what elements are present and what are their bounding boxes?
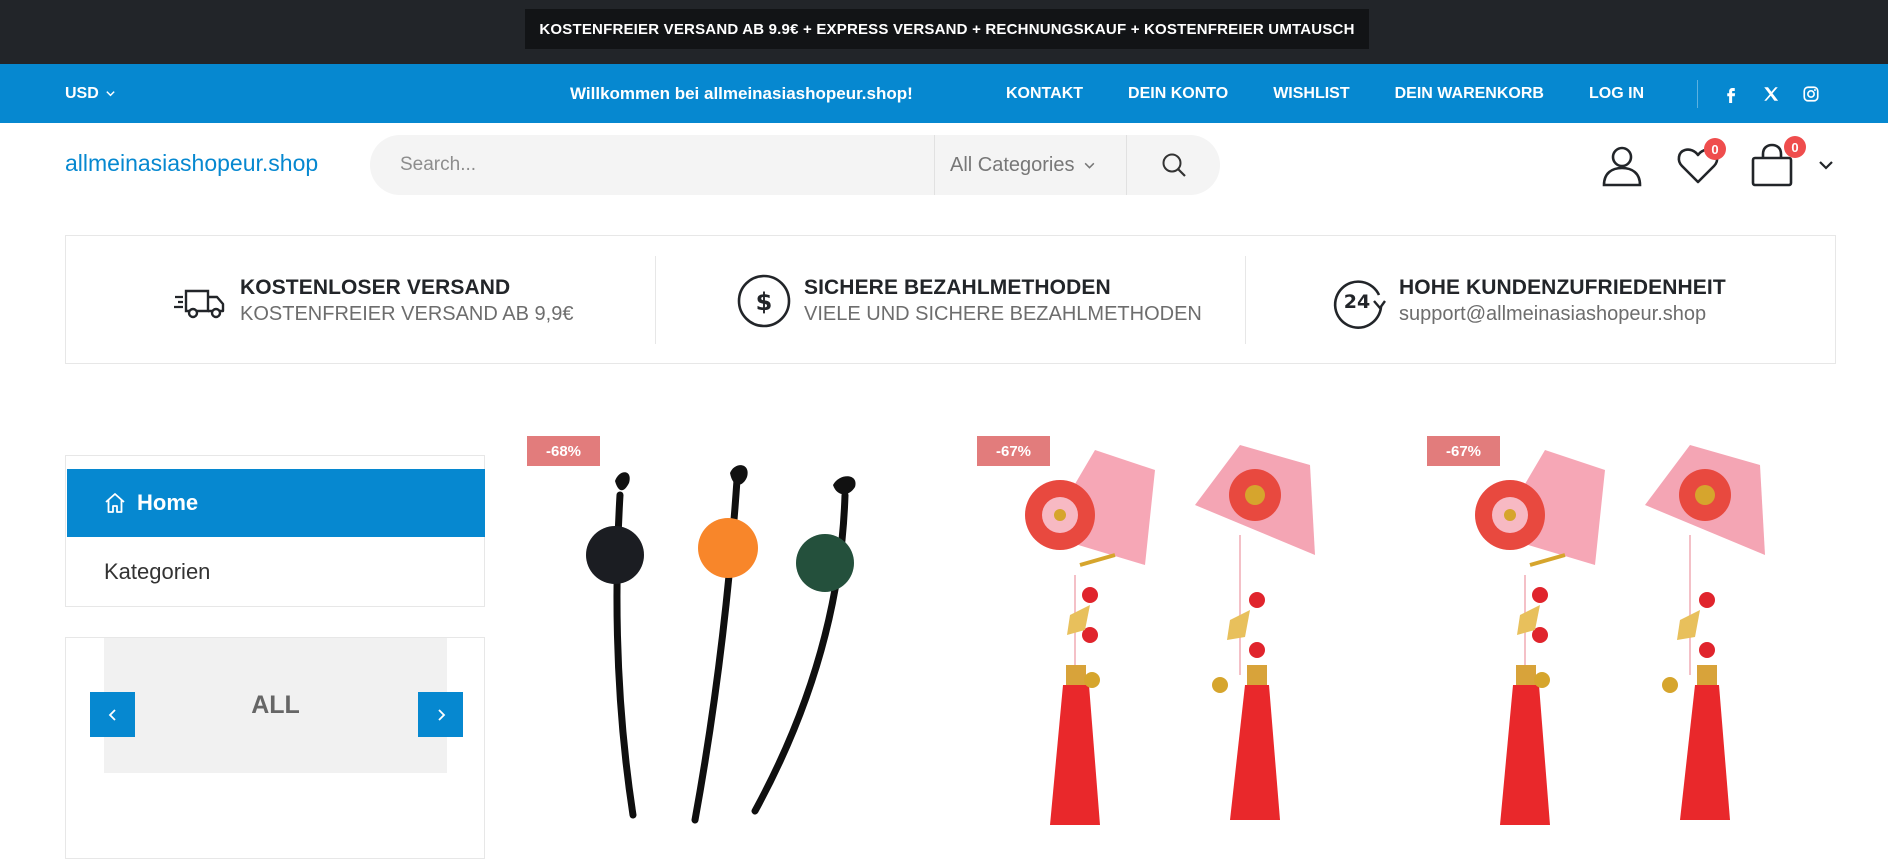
nav-link-konto[interactable]: DEIN KONTO bbox=[1128, 85, 1228, 103]
svg-text:24: 24 bbox=[1344, 291, 1370, 313]
discount-badge: -67% bbox=[977, 436, 1050, 466]
chevron-down-icon bbox=[106, 91, 115, 97]
nav-link-kontakt[interactable]: KONTAKT bbox=[1006, 85, 1083, 103]
nav-link-login[interactable]: LOG IN bbox=[1589, 85, 1644, 103]
sidebar-item-label: Home bbox=[137, 490, 199, 515]
info-subtitle: VIELE UND SICHERE BEZAHLMETHODEN bbox=[804, 302, 1202, 325]
info-subtitle: KOSTENFREIER VERSAND AB 9,9€ bbox=[240, 302, 574, 325]
chevron-right-icon bbox=[437, 708, 445, 721]
info-divider bbox=[655, 256, 656, 344]
product-image bbox=[586, 465, 856, 824]
info-subtitle: support@allmeinasiashopeur.shop bbox=[1399, 302, 1707, 325]
welcome-message: Willkommen bei allmeinasiashopeur.shop! bbox=[570, 83, 913, 103]
info-title: KOSTENLOSER VERSAND bbox=[240, 275, 511, 299]
cart-button[interactable]: 0 bbox=[1750, 136, 1806, 187]
search-icon bbox=[1162, 153, 1186, 177]
instagram-icon[interactable] bbox=[1802, 85, 1820, 103]
nav-link-wishlist[interactable]: WISHLIST bbox=[1273, 85, 1349, 103]
info-item-satisfaction: 24 HOHE KUNDENZUFRIEDENHEIT support@allm… bbox=[1331, 236, 1726, 365]
cart-dropdown-toggle[interactable] bbox=[1817, 156, 1835, 174]
chevron-down-icon bbox=[1084, 162, 1094, 169]
info-strip: KOSTENLOSER VERSAND KOSTENFREIER VERSAND… bbox=[65, 235, 1836, 364]
filter-prev-button[interactable] bbox=[90, 692, 135, 737]
category-filter-box: ALL bbox=[65, 637, 485, 859]
nav-divider bbox=[1697, 80, 1698, 108]
chevron-left-icon bbox=[108, 708, 116, 721]
info-item-payment: $ SICHERE BEZAHLMETHODEN VIELE UND SICHE… bbox=[736, 236, 1202, 365]
facebook-icon[interactable] bbox=[1722, 85, 1740, 103]
product-image bbox=[1475, 445, 1765, 825]
x-icon[interactable] bbox=[1762, 85, 1780, 103]
nav-link-warenkorb[interactable]: DEIN WARENKORB bbox=[1395, 85, 1544, 103]
sidebar-item-home[interactable]: Home bbox=[67, 469, 485, 537]
account-button[interactable] bbox=[1600, 143, 1644, 187]
24h-icon: 24 bbox=[1331, 273, 1387, 329]
promo-text: KOSTENFREIER VERSAND AB 9.9€ + EXPRESS V… bbox=[525, 9, 1369, 49]
discount-badge: -68% bbox=[527, 436, 600, 466]
filter-next-button[interactable] bbox=[418, 692, 463, 737]
search-divider bbox=[1126, 135, 1127, 195]
product-card[interactable]: -68% bbox=[515, 425, 935, 859]
wishlist-count-badge: 0 bbox=[1704, 138, 1726, 160]
site-logo[interactable]: allmeinasiashopeur.shop bbox=[65, 150, 318, 177]
product-card[interactable]: -67% bbox=[1415, 425, 1835, 859]
chevron-down-icon bbox=[1819, 161, 1833, 170]
category-select-label: All Categories bbox=[950, 153, 1075, 176]
search-divider bbox=[934, 135, 935, 195]
dollar-icon: $ bbox=[736, 273, 792, 329]
product-card[interactable]: -67% bbox=[965, 425, 1385, 859]
home-icon bbox=[105, 493, 125, 513]
social-links bbox=[1722, 64, 1820, 123]
product-image bbox=[1025, 445, 1315, 825]
currency-switcher[interactable]: USD bbox=[65, 64, 116, 123]
category-select[interactable]: All Categories bbox=[950, 135, 1096, 195]
truck-icon bbox=[172, 273, 228, 329]
info-divider bbox=[1245, 256, 1246, 344]
sidebar-item-categories[interactable]: Kategorien bbox=[104, 559, 210, 585]
filter-label: ALL bbox=[104, 638, 447, 773]
info-item-shipping: KOSTENLOSER VERSAND KOSTENFREIER VERSAND… bbox=[172, 236, 573, 365]
wishlist-button[interactable]: 0 bbox=[1676, 138, 1726, 187]
user-icon bbox=[1602, 146, 1642, 187]
promo-bar: KOSTENFREIER VERSAND AB 9.9€ + EXPRESS V… bbox=[0, 0, 1888, 64]
currency-label: USD bbox=[65, 84, 99, 102]
search-bar: All Categories bbox=[370, 135, 1220, 195]
info-title: HOHE KUNDENZUFRIEDENHEIT bbox=[1399, 275, 1726, 299]
search-button[interactable] bbox=[1160, 151, 1188, 179]
top-nav-bar: USD Willkommen bei allmeinasiashopeur.sh… bbox=[0, 64, 1888, 123]
sidebar-menu: Home Kategorien bbox=[65, 455, 485, 607]
cart-count-badge: 0 bbox=[1784, 136, 1806, 158]
top-nav-links: KONTAKT DEIN KONTO WISHLIST DEIN WARENKO… bbox=[1006, 64, 1644, 123]
svg-text:$: $ bbox=[756, 288, 773, 316]
search-input[interactable] bbox=[400, 135, 950, 195]
info-title: SICHERE BEZAHLMETHODEN bbox=[804, 275, 1111, 299]
discount-badge: -67% bbox=[1427, 436, 1500, 466]
